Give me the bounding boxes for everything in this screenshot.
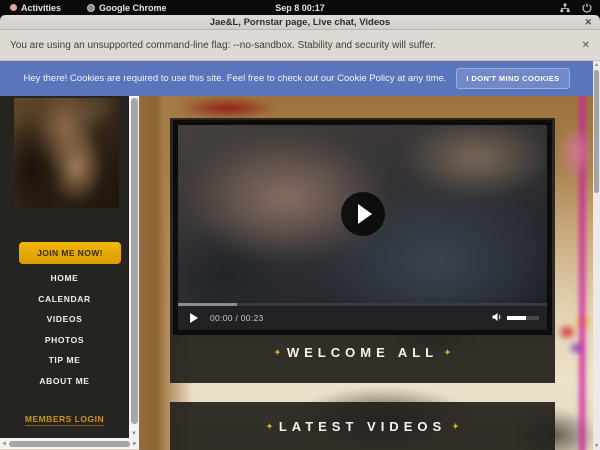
controls-play-icon[interactable] (190, 313, 198, 323)
window-close-button[interactable]: ✕ (584, 17, 592, 28)
sidebar-item-videos[interactable]: VIDEOS (0, 309, 129, 330)
latest-videos-heading-text: LATEST VIDEOS (279, 419, 446, 434)
diamond-bullet-icon: ✦ (260, 422, 279, 431)
flag-warning-text: You are using an unsupported command-lin… (10, 40, 436, 51)
sidebar-horizontal-scrollbar[interactable]: ◄ ► (0, 438, 139, 449)
video-frame[interactable] (178, 125, 547, 303)
welcome-section: 00:00 / 00:23 ✦WELCOME ALL✦ (170, 118, 555, 383)
play-button[interactable] (341, 192, 385, 236)
volume-fill (507, 316, 526, 320)
window-title-bar[interactable]: Jae&L, Pornstar page, Live chat, Videos … (0, 15, 600, 30)
sidebar-item-about-me[interactable]: ABOUT ME (0, 371, 129, 392)
latest-videos-heading: ✦LATEST VIDEOS✦ (170, 419, 555, 434)
scroll-right-icon[interactable]: ► (131, 441, 139, 447)
time-display: 00:00 / 00:23 (210, 313, 264, 323)
flag-warning-close-button[interactable]: ✕ (582, 40, 590, 51)
scroll-down-icon[interactable]: ▼ (593, 443, 600, 449)
page-vertical-scrollbar[interactable]: ▲ ▼ (593, 61, 600, 450)
sidebar-item-calendar[interactable]: CALENDAR (0, 289, 129, 310)
diamond-bullet-icon: ✦ (268, 348, 287, 357)
page-vscroll-thumb[interactable] (594, 70, 599, 193)
model-photo-thumbnail[interactable] (14, 98, 119, 208)
desktop-top-bar: Activities Google Chrome Sep 8 00:17 (0, 0, 600, 15)
sidebar-vertical-scrollbar[interactable]: ▼ (129, 96, 139, 438)
flag-warning-bar: You are using an unsupported command-lin… (0, 30, 600, 61)
welcome-heading: ✦WELCOME ALL✦ (170, 345, 555, 360)
volume-slider[interactable] (507, 316, 539, 320)
sidebar-nav: HOME CALENDAR VIDEOS PHOTOS TIP ME ABOUT… (0, 268, 129, 391)
window-title: Jae&L, Pornstar page, Live chat, Videos (210, 17, 390, 28)
members-login-link[interactable]: MEMBERS LOGIN (25, 414, 104, 426)
sidebar-vscroll-thumb[interactable] (131, 98, 138, 424)
diamond-bullet-icon: ✦ (438, 348, 457, 357)
main-content: 00:00 / 00:23 ✦WELCOME ALL✦ ✦LATEST V (139, 96, 593, 450)
latest-videos-section: ✦LATEST VIDEOS✦ (170, 402, 555, 450)
diamond-bullet-icon: ✦ (446, 422, 465, 431)
scroll-up-icon[interactable]: ▲ (593, 62, 600, 68)
video-controls: 00:00 / 00:23 (178, 303, 547, 330)
cookie-accept-button[interactable]: I DON'T MIND COOKIES (456, 68, 569, 89)
volume-icon[interactable] (492, 309, 503, 327)
scroll-down-icon[interactable]: ▼ (129, 431, 139, 437)
sidebar-hscroll-thumb[interactable] (9, 441, 130, 447)
sidebar-item-tip-me[interactable]: TIP ME (0, 350, 129, 371)
join-me-now-button[interactable]: JOIN ME NOW! (19, 242, 121, 264)
sidebar: JOIN ME NOW! HOME CALENDAR VIDEOS PHOTOS… (0, 96, 129, 438)
clock[interactable]: Sep 8 00:17 (0, 3, 600, 13)
welcome-heading-text: WELCOME ALL (287, 345, 438, 360)
sidebar-item-home[interactable]: HOME (0, 268, 129, 289)
page-viewport: JOIN ME NOW! HOME CALENDAR VIDEOS PHOTOS… (0, 61, 600, 450)
video-player[interactable]: 00:00 / 00:23 (173, 120, 552, 335)
scroll-left-icon[interactable]: ◄ (0, 441, 8, 447)
cookie-message: Hey there! Cookies are required to use t… (23, 73, 446, 84)
cookie-banner: Hey there! Cookies are required to use t… (0, 61, 593, 96)
sidebar-item-photos[interactable]: PHOTOS (0, 330, 129, 351)
